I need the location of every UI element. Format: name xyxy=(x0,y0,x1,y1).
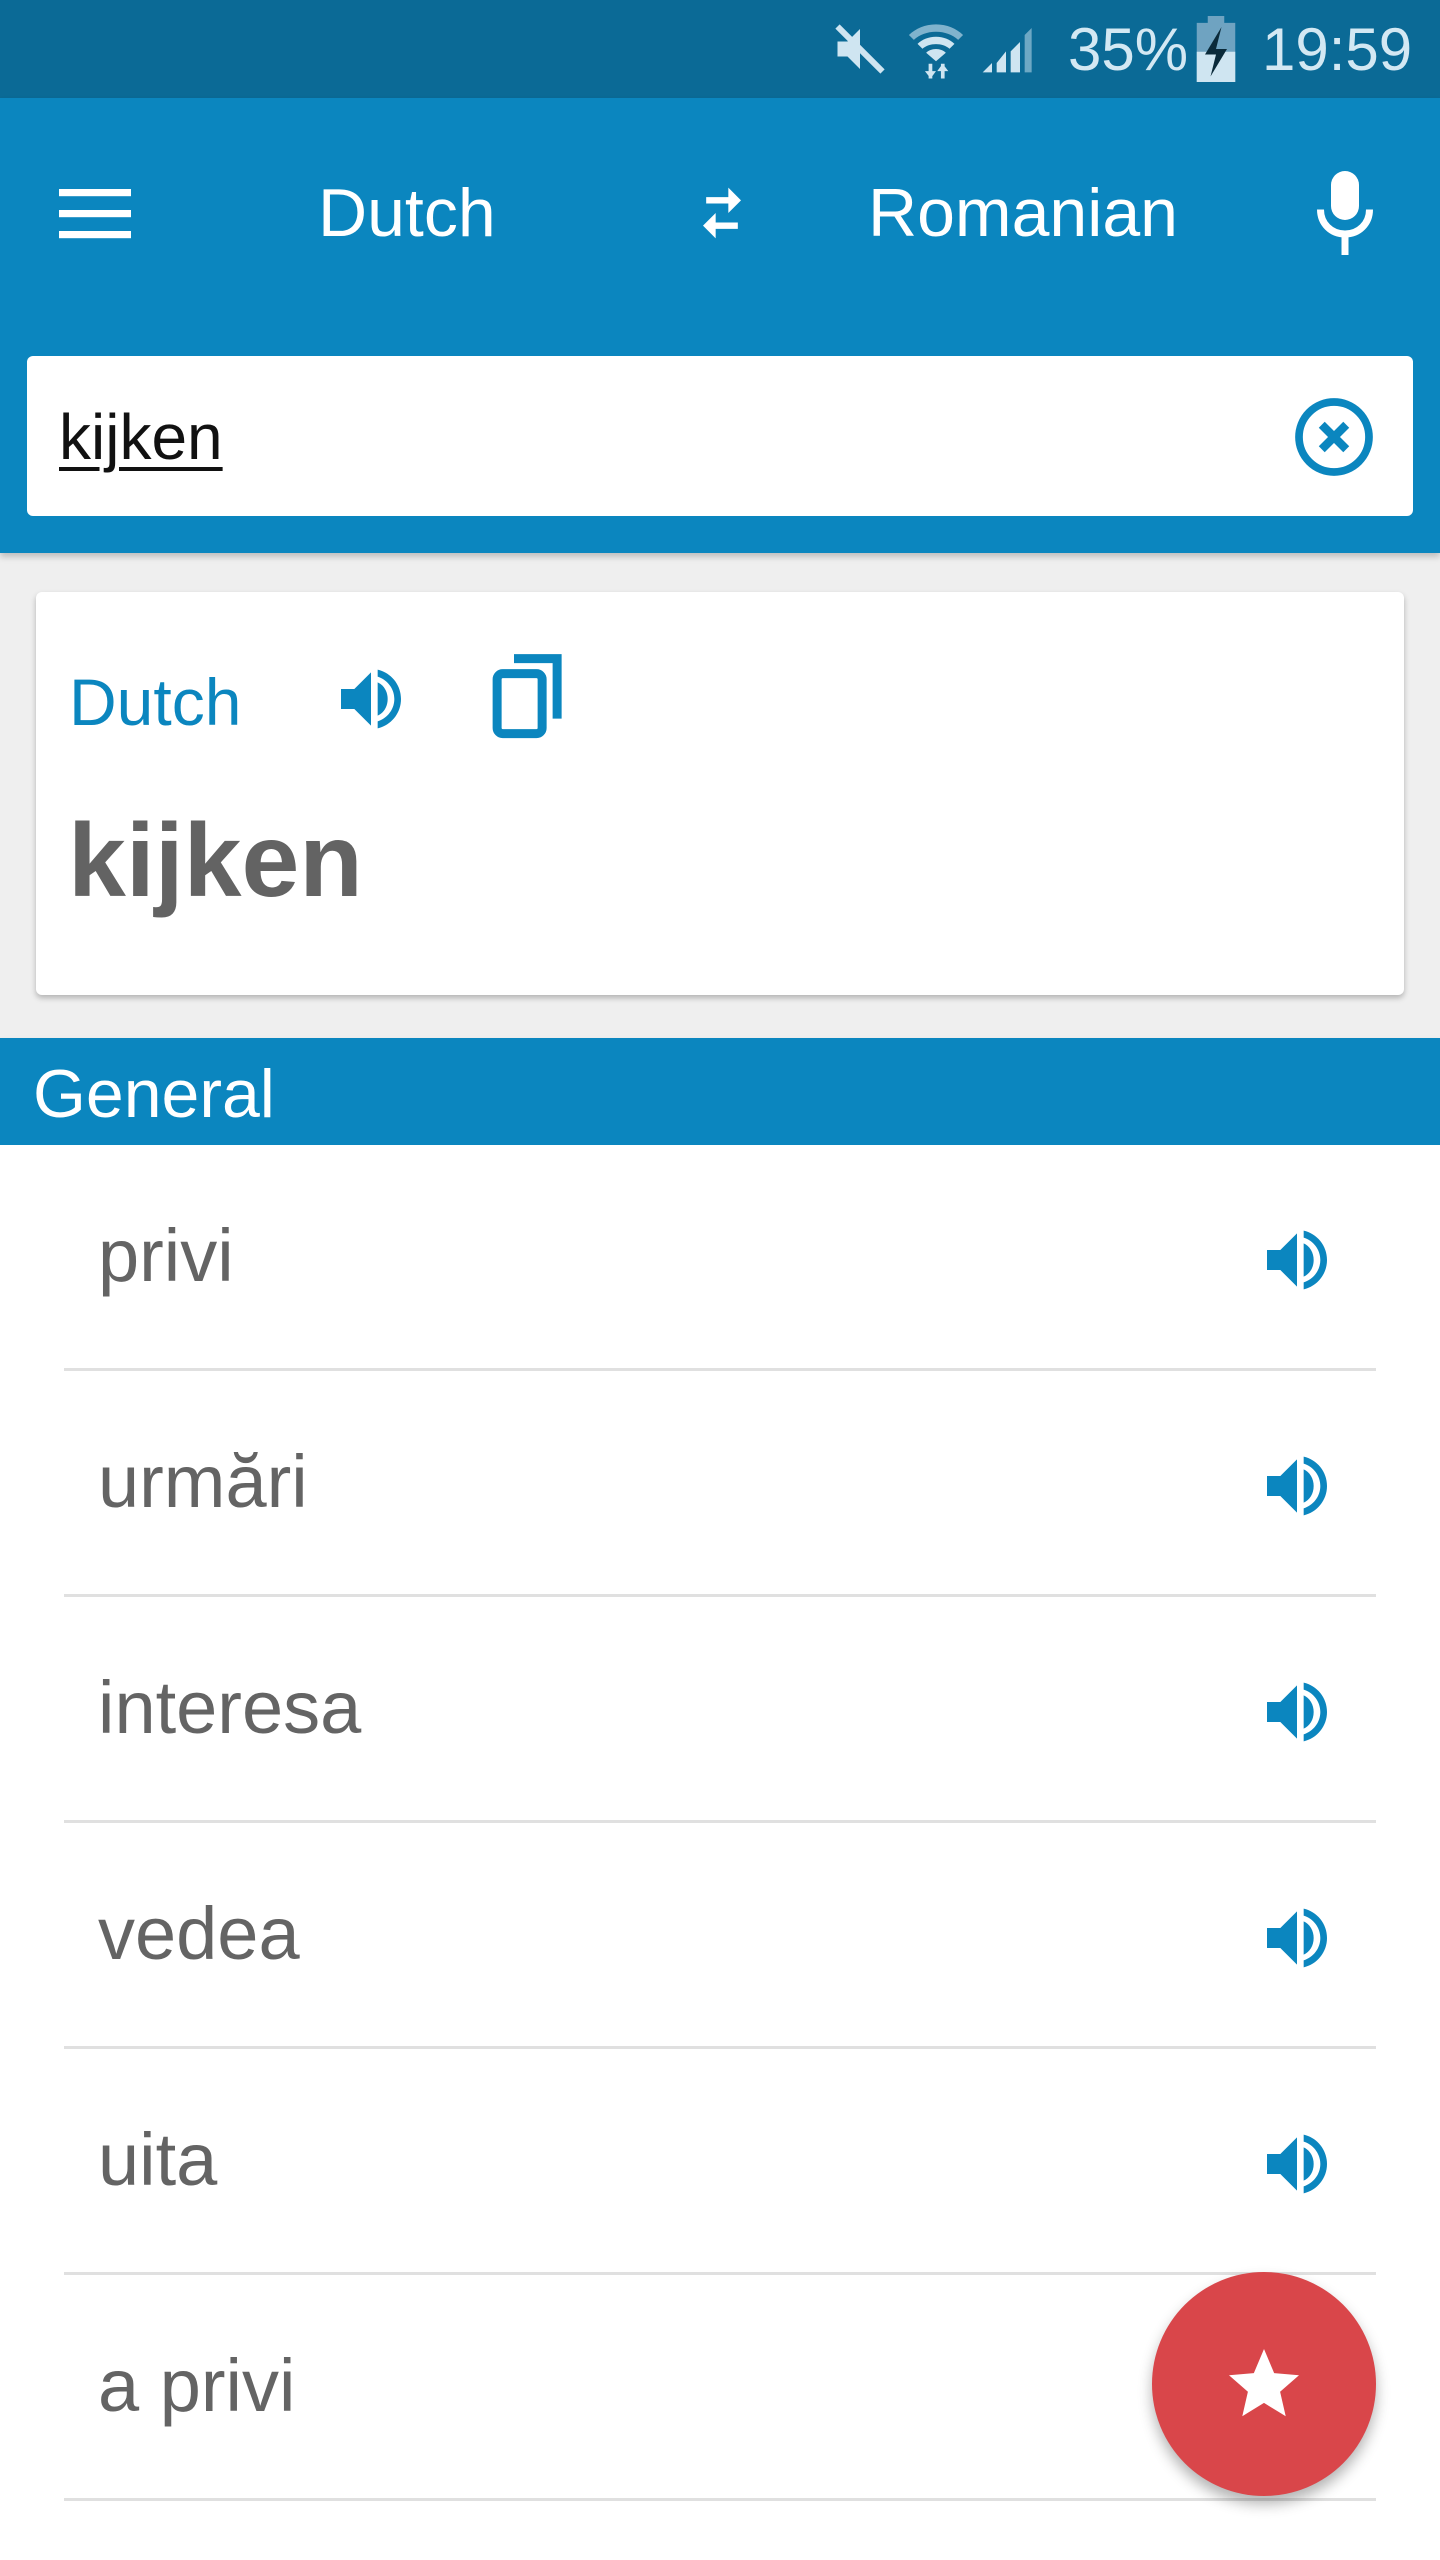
speaker-icon[interactable] xyxy=(1252,1215,1342,1305)
list-item[interactable]: urmări xyxy=(64,1371,1376,1597)
translation-word: interesa xyxy=(98,1666,362,1749)
target-language-selector[interactable]: Romanian xyxy=(868,168,1178,258)
signal-icon xyxy=(978,0,1034,98)
translation-word: a privi xyxy=(98,2344,296,2427)
mute-icon xyxy=(830,0,890,98)
list-item[interactable]: uita xyxy=(64,2049,1376,2275)
speaker-icon[interactable] xyxy=(1252,1667,1342,1757)
speaker-icon[interactable] xyxy=(1252,2119,1342,2209)
search-input[interactable]: kijken xyxy=(27,356,1413,516)
translation-word: uita xyxy=(98,2118,218,2201)
battery-charging-icon xyxy=(1196,0,1236,98)
speaker-icon[interactable] xyxy=(1252,1893,1342,1983)
list-item[interactable]: interesa xyxy=(64,1597,1376,1823)
translation-word: vedea xyxy=(98,1892,300,1975)
star-icon xyxy=(1229,2349,1299,2417)
search-input-value[interactable]: kijken xyxy=(59,400,223,474)
battery-percent: 35% xyxy=(1068,15,1189,83)
favorite-button[interactable] xyxy=(1152,2272,1376,2496)
wifi-icon xyxy=(906,0,966,98)
translation-word: privi xyxy=(98,1214,234,1297)
section-header-general: General xyxy=(0,1038,1440,1145)
source-word-card: Dutch kijken xyxy=(36,592,1404,995)
copy-icon[interactable] xyxy=(484,650,574,746)
speaker-icon[interactable] xyxy=(326,654,416,744)
microphone-icon[interactable] xyxy=(1300,158,1390,268)
list-item[interactable]: privi xyxy=(64,1145,1376,1371)
list-item[interactable]: vedea xyxy=(64,1823,1376,2049)
clock: 19:59 xyxy=(1262,15,1413,83)
hamburger-menu-icon[interactable] xyxy=(40,168,150,258)
source-language-label: Dutch xyxy=(69,665,242,739)
section-title: General xyxy=(33,1056,275,1132)
swap-arrows-icon[interactable] xyxy=(672,168,772,258)
source-word: kijken xyxy=(68,803,363,919)
speaker-icon[interactable] xyxy=(1252,1441,1342,1531)
app-bar: Dutch Romanian kijken xyxy=(0,98,1440,553)
clear-circle-icon[interactable] xyxy=(1289,392,1379,482)
translation-word: urmări xyxy=(98,1440,308,1523)
status-bar: 35% 19:59 xyxy=(0,0,1440,98)
source-language-selector[interactable]: Dutch xyxy=(318,168,496,258)
